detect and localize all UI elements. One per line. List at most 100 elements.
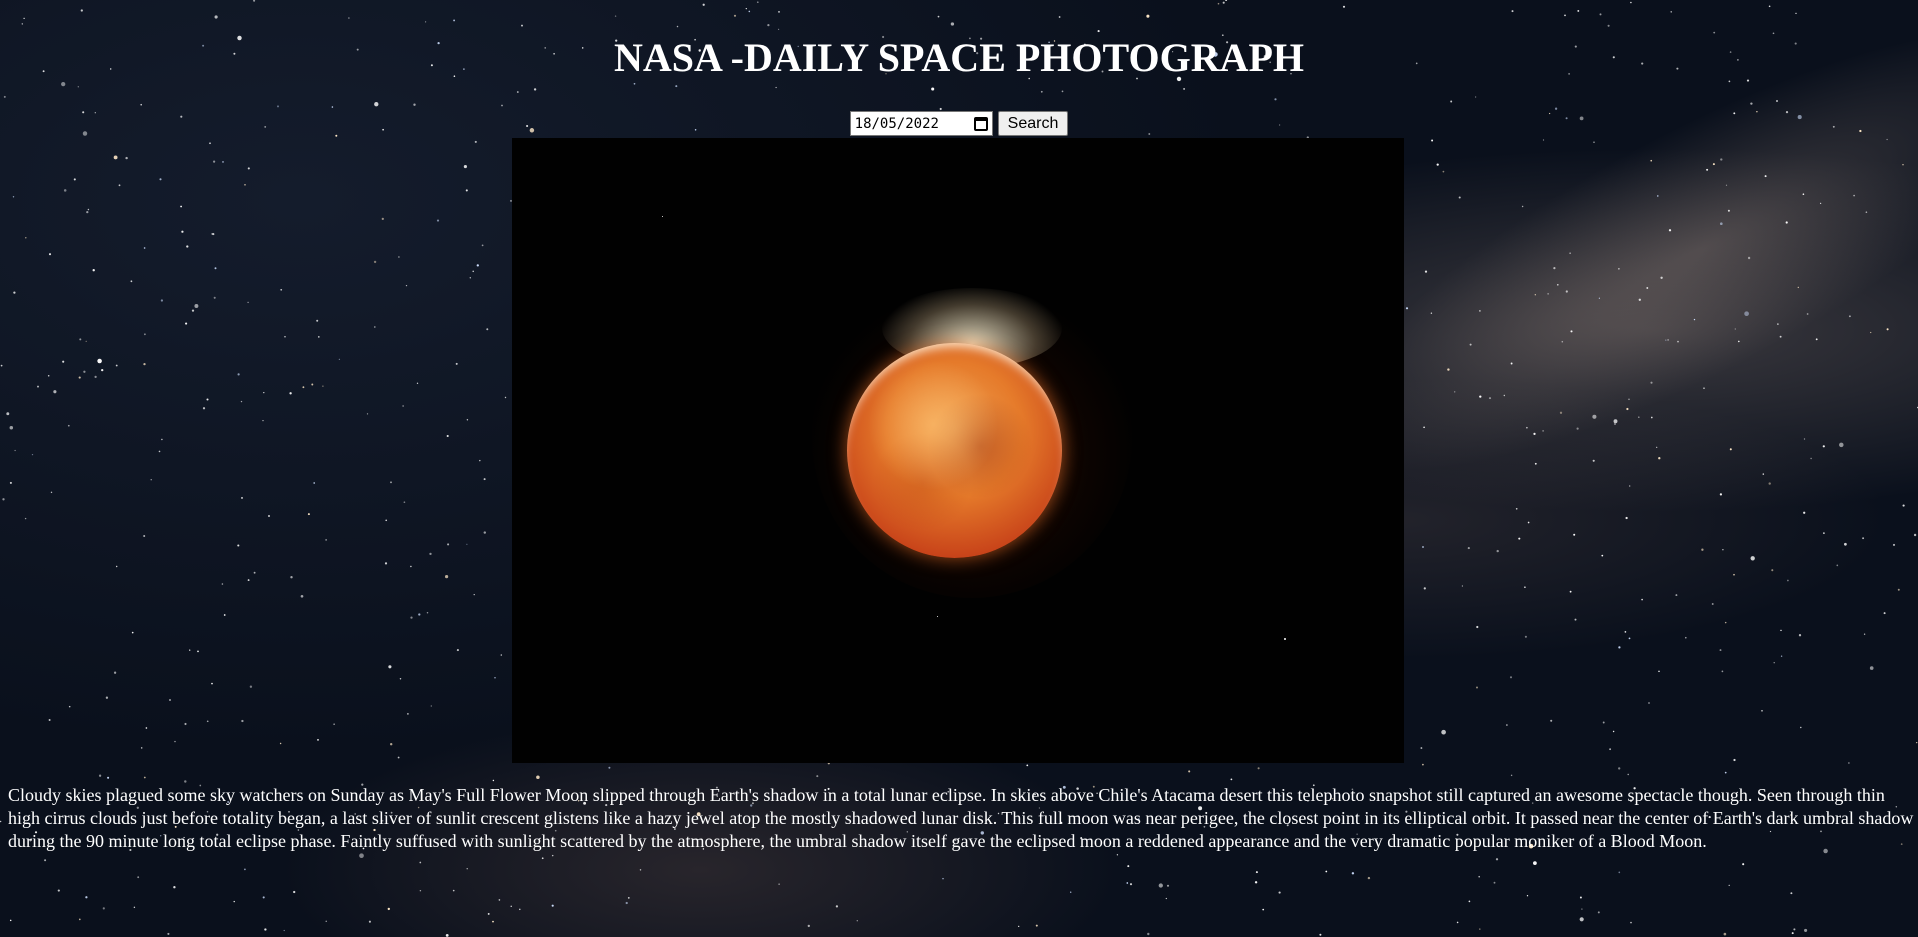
search-button[interactable]: Search xyxy=(997,111,1069,136)
star xyxy=(300,594,304,598)
star xyxy=(633,82,636,85)
star xyxy=(1556,283,1559,286)
star xyxy=(775,86,777,89)
star xyxy=(1862,537,1865,540)
star xyxy=(1274,98,1277,101)
date-input[interactable]: 18/05/2022 xyxy=(849,111,993,136)
star xyxy=(1797,286,1799,289)
star xyxy=(1510,362,1513,365)
star xyxy=(1630,1,1632,4)
star xyxy=(1127,865,1130,868)
star xyxy=(1724,621,1727,624)
star xyxy=(247,579,250,582)
star xyxy=(333,723,335,725)
star xyxy=(1126,882,1129,884)
star xyxy=(1902,164,1904,166)
star xyxy=(1422,763,1424,766)
star xyxy=(13,291,16,294)
star xyxy=(1503,394,1505,397)
star xyxy=(173,886,176,889)
star xyxy=(160,299,164,302)
star xyxy=(264,928,267,931)
star xyxy=(1515,507,1518,510)
star xyxy=(1564,14,1566,17)
star xyxy=(289,392,292,395)
star xyxy=(221,583,224,585)
star xyxy=(283,929,285,932)
star xyxy=(1665,339,1667,341)
star xyxy=(1791,932,1794,935)
star xyxy=(213,296,216,299)
star xyxy=(1630,921,1632,924)
star xyxy=(1815,338,1818,341)
star xyxy=(1569,252,1571,254)
star xyxy=(939,107,942,111)
star xyxy=(1628,398,1630,401)
star xyxy=(237,544,240,547)
star xyxy=(1476,625,1479,629)
star xyxy=(1836,564,1839,567)
star xyxy=(1454,391,1456,393)
star xyxy=(1848,762,1850,764)
star xyxy=(1319,933,1322,936)
star xyxy=(1657,195,1659,197)
star xyxy=(317,738,319,741)
star xyxy=(1750,556,1755,561)
star xyxy=(1423,426,1425,429)
star xyxy=(167,932,170,935)
star xyxy=(1839,442,1844,448)
star xyxy=(1423,587,1426,590)
star xyxy=(158,450,161,453)
star xyxy=(1902,504,1905,507)
star xyxy=(1780,629,1782,632)
star xyxy=(1351,872,1355,875)
star xyxy=(446,434,449,438)
star xyxy=(463,165,467,169)
star xyxy=(223,614,226,616)
star xyxy=(627,897,630,899)
star xyxy=(373,260,377,264)
star xyxy=(1768,5,1771,8)
star xyxy=(1573,533,1576,536)
star xyxy=(445,933,449,937)
star xyxy=(1728,884,1730,887)
star xyxy=(145,727,148,729)
star xyxy=(185,322,188,325)
star xyxy=(1712,163,1715,166)
star xyxy=(447,543,450,546)
star xyxy=(247,301,249,304)
page-title: NASA -DAILY SPACE PHOTOGRAPH xyxy=(613,35,1305,80)
star xyxy=(483,478,486,481)
star xyxy=(1722,548,1724,551)
star xyxy=(1581,908,1583,910)
star xyxy=(398,256,400,258)
star xyxy=(551,854,554,857)
star xyxy=(397,756,400,759)
star xyxy=(1576,427,1579,430)
star xyxy=(241,719,244,723)
star xyxy=(1913,533,1917,537)
star xyxy=(1777,323,1779,325)
star xyxy=(1026,764,1029,767)
calendar-icon[interactable] xyxy=(973,116,988,131)
star xyxy=(487,912,490,915)
star xyxy=(1442,170,1445,173)
star xyxy=(331,106,334,108)
star xyxy=(1325,870,1328,873)
star xyxy=(1450,100,1453,103)
star xyxy=(486,328,489,331)
star xyxy=(125,156,128,160)
star xyxy=(1257,767,1260,770)
star xyxy=(1035,924,1038,927)
star xyxy=(1278,891,1281,894)
star xyxy=(1441,729,1446,735)
star xyxy=(1744,311,1749,317)
star xyxy=(1916,741,1918,744)
star xyxy=(1719,222,1723,226)
star xyxy=(453,19,456,22)
star xyxy=(206,720,209,723)
star xyxy=(1646,287,1649,289)
star xyxy=(1554,107,1558,110)
star xyxy=(366,413,369,415)
star xyxy=(79,338,82,341)
